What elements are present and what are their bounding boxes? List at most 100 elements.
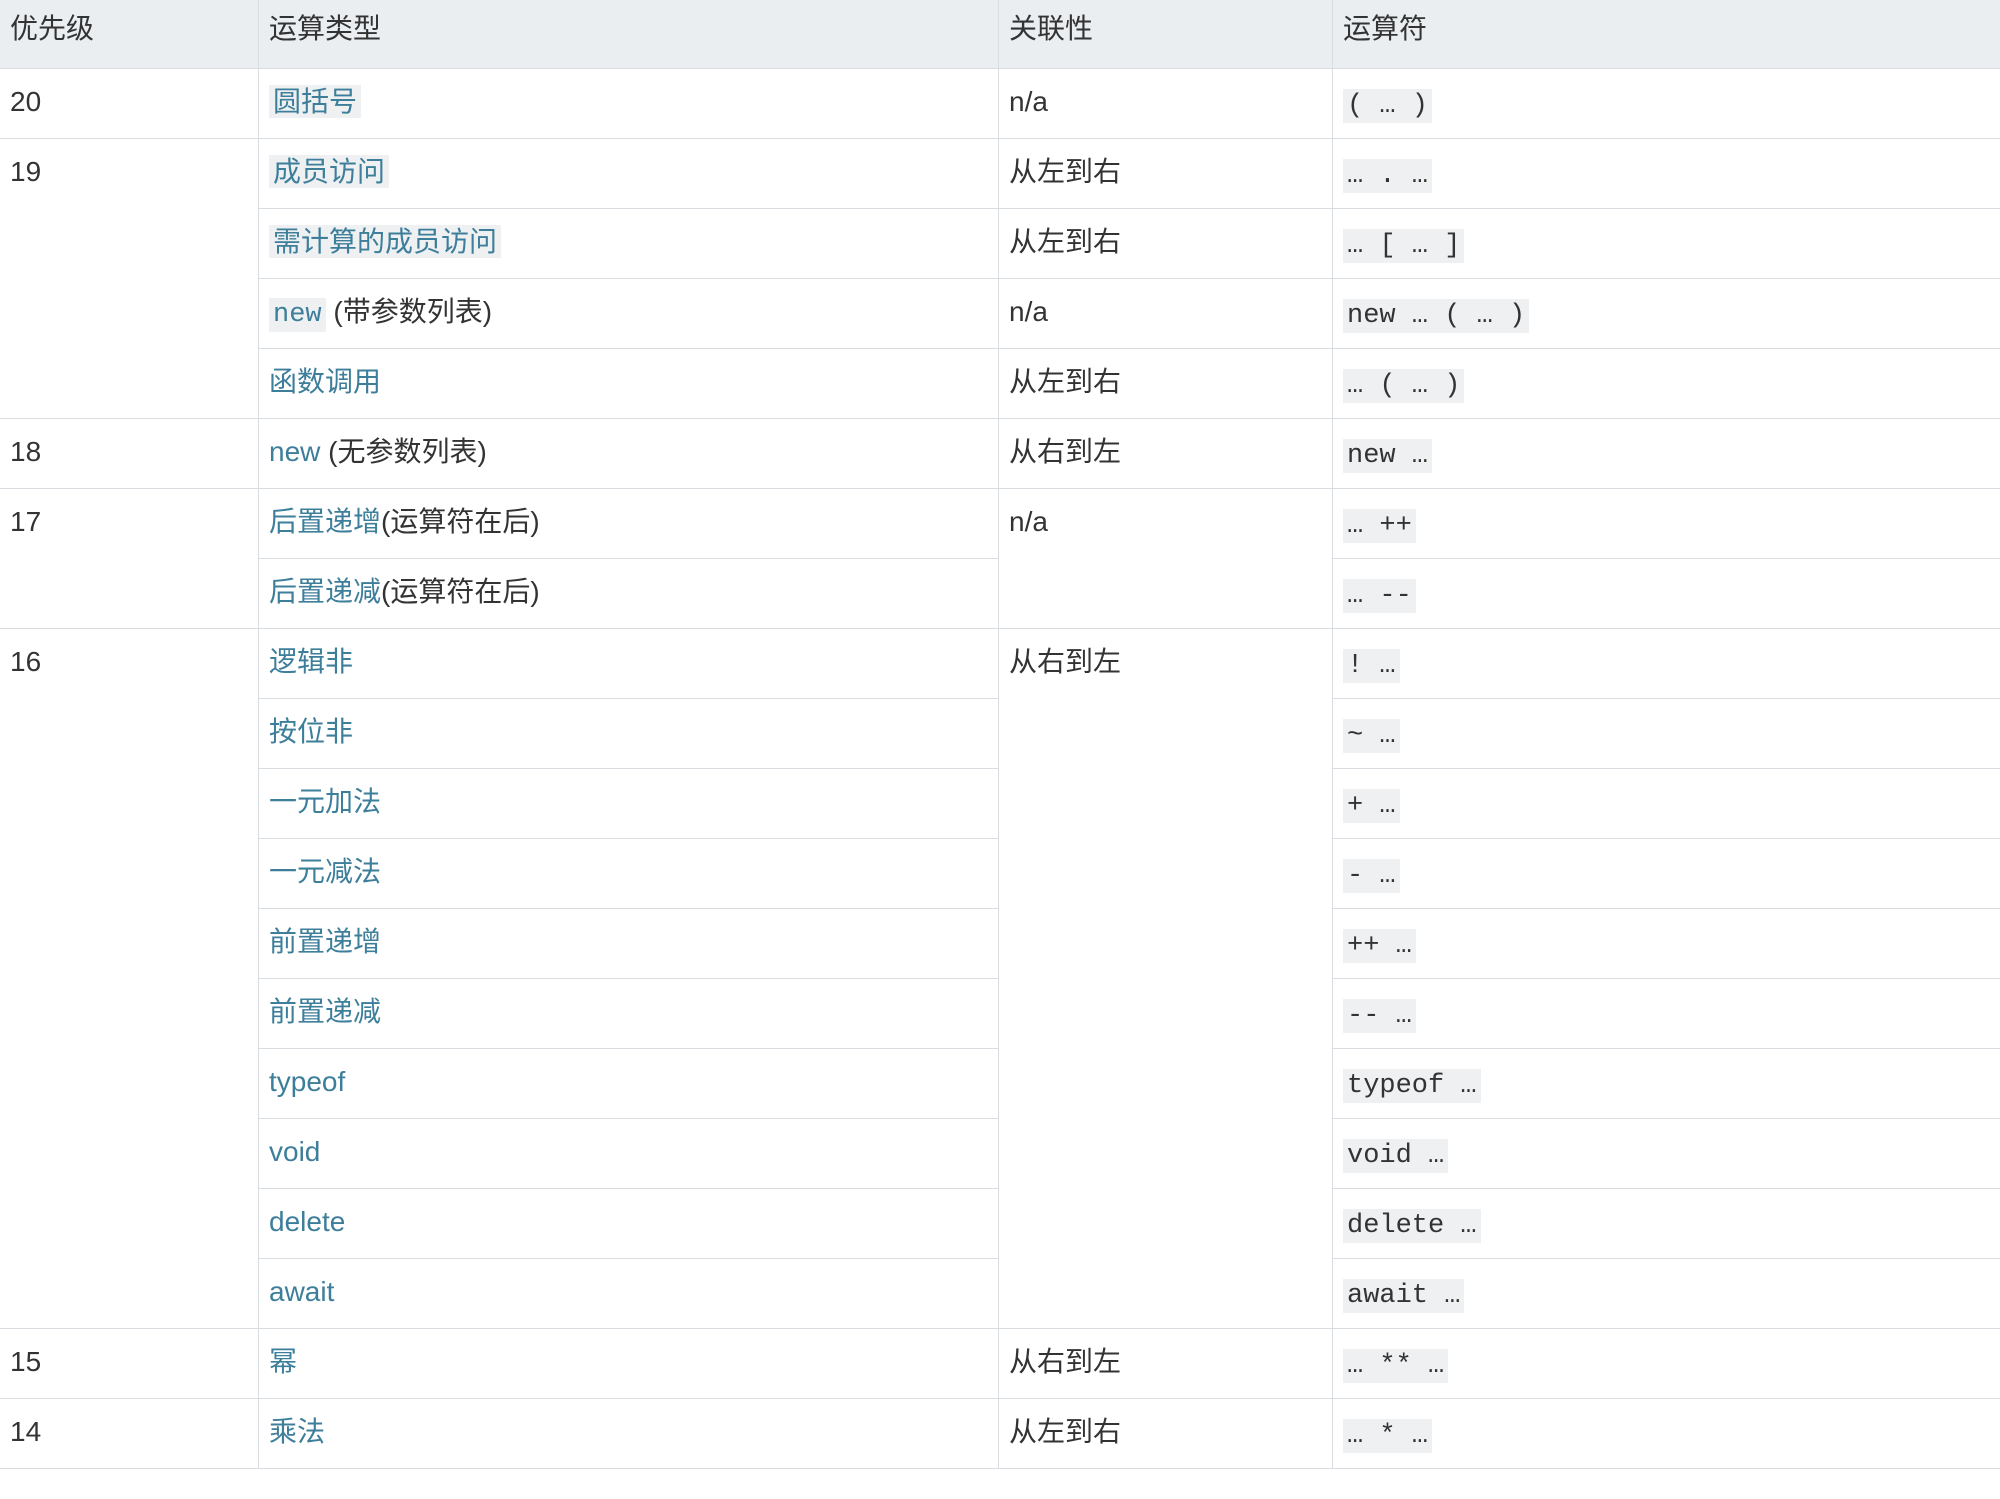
operator-cell: … [ … ] [1332,208,2000,279]
type-link-bitwise-not[interactable]: 按位非 [269,716,353,747]
type-cell: 圆括号 [258,68,999,139]
operator-cell: … . … [1332,138,2000,209]
priority-cell: 17 [0,488,259,629]
type-cell: 后置递减(运算符在后) [258,558,999,629]
operator-cell: new … ( … ) [1332,278,2000,349]
priority-cell: 20 [0,68,259,139]
type-cell: delete [258,1188,999,1259]
type-link-postfix-increment[interactable]: 后置递增 [269,506,381,537]
operator-code: - … [1343,859,1400,893]
type-link-prefix-increment[interactable]: 前置递增 [269,926,381,957]
type-link-function-call[interactable]: 函数调用 [269,366,381,397]
operator-code: … -- [1343,579,1416,613]
operator-code: ( … ) [1343,89,1433,123]
priority-cell: 18 [0,418,259,489]
type-link-new-with-args[interactable]: new [269,298,326,332]
type-cell: await [258,1258,999,1329]
type-cell: 需计算的成员访问 [258,208,999,279]
table-row: 14 乘法 从左到右 … * … [0,1398,2000,1469]
type-link-computed-member-access[interactable]: 需计算的成员访问 [269,225,502,258]
operator-cell: ++ … [1332,908,2000,979]
operator-cell: ( … ) [1332,68,2000,139]
type-link-new-without-args[interactable]: new [269,436,320,467]
assoc-cell: 从右到左 [998,628,1333,1329]
header-associativity: 关联性 [998,0,1333,69]
operator-code: typeof … [1343,1069,1481,1103]
type-link-logical-not[interactable]: 逻辑非 [269,646,353,677]
operator-code: + … [1343,789,1400,823]
type-suffix: (运算符在后) [381,576,540,607]
type-cell: new (无参数列表) [258,418,999,489]
operator-cell: await … [1332,1258,2000,1329]
operator-code: … * … [1343,1419,1433,1453]
priority-cell: 14 [0,1398,259,1469]
type-link-unary-minus[interactable]: 一元减法 [269,856,381,887]
header-type: 运算类型 [258,0,999,69]
operator-code: … . … [1343,159,1433,193]
header-operator: 运算符 [1332,0,2000,69]
assoc-cell: 从右到左 [998,418,1333,489]
type-cell: 成员访问 [258,138,999,209]
operator-cell: delete … [1332,1188,2000,1259]
type-link-void[interactable]: void [269,1136,320,1167]
operator-cell: … -- [1332,558,2000,629]
type-cell: 乘法 [258,1398,999,1469]
type-link-delete[interactable]: delete [269,1206,345,1237]
type-link-postfix-decrement[interactable]: 后置递减 [269,576,381,607]
type-cell: 前置递增 [258,908,999,979]
type-link-prefix-decrement[interactable]: 前置递减 [269,996,381,1027]
assoc-cell: 从左到右 [998,208,1333,279]
operator-code: … [ … ] [1343,229,1465,263]
operator-precedence-table: 优先级 运算类型 关联性 运算符 20 圆括号 n/a ( … ) 19 成员访… [0,0,2000,1469]
operator-code: … ** … [1343,1349,1449,1383]
priority-cell: 16 [0,628,259,1329]
type-suffix: (无参数列表) [320,436,487,467]
table-row: 17 后置递增(运算符在后) n/a … ++ [0,488,2000,629]
priority-cell: 15 [0,1328,259,1399]
type-cell: 逻辑非 [258,628,999,699]
type-link-typeof[interactable]: typeof [269,1066,345,1097]
header-priority: 优先级 [0,0,259,69]
type-suffix: (运算符在后) [381,506,540,537]
assoc-cell: 从左到右 [998,138,1333,209]
operator-code: void … [1343,1139,1449,1173]
type-link-exponentiation[interactable]: 幂 [269,1346,297,1377]
assoc-cell: n/a [998,488,1333,629]
type-link-multiplication[interactable]: 乘法 [269,1416,325,1447]
type-cell: 幂 [258,1328,999,1399]
priority-cell: 19 [0,138,259,419]
type-cell: 一元减法 [258,838,999,909]
type-cell: 前置递减 [258,978,999,1049]
type-cell: 后置递增(运算符在后) [258,488,999,559]
table-row: 15 幂 从右到左 … ** … [0,1328,2000,1399]
type-cell: new (带参数列表) [258,278,999,349]
operator-cell: … ++ [1332,488,2000,559]
operator-cell: … ( … ) [1332,348,2000,419]
operator-cell: ! … [1332,628,2000,699]
operator-cell: void … [1332,1118,2000,1189]
operator-code: ~ … [1343,719,1400,753]
operator-cell: … ** … [1332,1328,2000,1399]
type-cell: typeof [258,1048,999,1119]
header-row: 优先级 运算类型 关联性 运算符 [0,0,2000,69]
type-link-unary-plus[interactable]: 一元加法 [269,786,381,817]
operator-cell: -- … [1332,978,2000,1049]
operator-cell: new … [1332,418,2000,489]
type-cell: 函数调用 [258,348,999,419]
operator-code: new … ( … ) [1343,299,1530,333]
operator-code: delete … [1343,1209,1481,1243]
operator-cell: … * … [1332,1398,2000,1469]
table-row: 需计算的成员访问 从左到右 … [ … ] [0,208,2000,279]
operator-code: -- … [1343,999,1416,1033]
assoc-cell: 从左到右 [998,1398,1333,1469]
operator-code: await … [1343,1279,1465,1313]
assoc-cell: n/a [998,278,1333,349]
type-link-grouping[interactable]: 圆括号 [269,85,362,118]
operator-cell: - … [1332,838,2000,909]
operator-code: … ( … ) [1343,369,1465,403]
type-link-member-access[interactable]: 成员访问 [269,155,390,188]
table-row: 19 成员访问 从左到右 … . … [0,138,2000,419]
type-cell: 一元加法 [258,768,999,839]
operator-cell: ~ … [1332,698,2000,769]
type-link-await[interactable]: await [269,1276,334,1307]
